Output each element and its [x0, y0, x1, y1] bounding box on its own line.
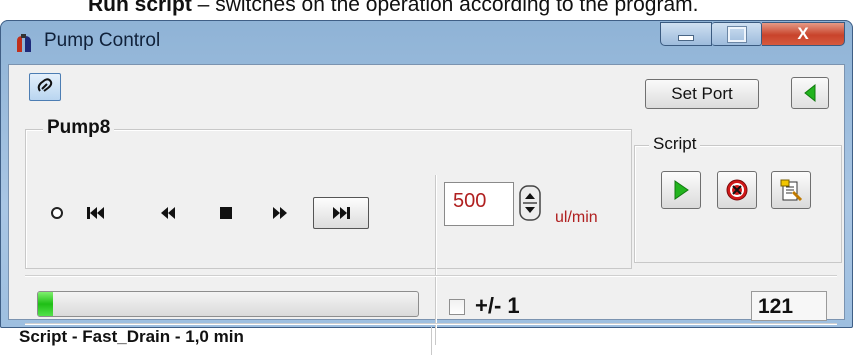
progress-fill — [38, 292, 54, 316]
settings-button[interactable] — [29, 73, 61, 101]
window-title: Pump Control — [44, 30, 161, 51]
flow-rate-input[interactable]: 500 — [444, 182, 514, 226]
status-radio[interactable] — [51, 207, 63, 219]
flow-rate-unit: ul/min — [555, 209, 598, 226]
status-bar-divider — [431, 327, 432, 355]
document-caption: Run script – switches on the operation a… — [88, 0, 698, 17]
minimize-icon — [678, 35, 694, 41]
pump-name: Pump8 — [43, 117, 115, 139]
skip-to-start-button[interactable] — [81, 202, 111, 224]
count-field: 121 — [751, 291, 827, 321]
rate-spinner[interactable] — [519, 185, 541, 221]
close-icon: X — [797, 24, 809, 43]
rewind-button[interactable] — [153, 202, 183, 224]
fast-forward-icon — [273, 207, 287, 219]
skip-back-icon — [87, 207, 104, 219]
script-status-text: Script - Fast_Drain - 1,0 min — [19, 327, 244, 346]
horizontal-divider — [25, 275, 837, 277]
link-icon — [37, 78, 53, 92]
collapse-button[interactable] — [791, 77, 829, 109]
arrow-left-icon — [804, 83, 816, 103]
progress-bar — [37, 291, 419, 317]
minimize-button[interactable] — [660, 22, 712, 46]
rewind-icon — [161, 207, 175, 219]
client-area: Set Port Pump8 Script 500 ul/min +/- 1 1… — [8, 64, 845, 355]
tolerance-checkbox[interactable] — [449, 299, 465, 315]
set-port-button[interactable]: Set Port — [645, 79, 759, 109]
fast-forward-button[interactable] — [265, 202, 295, 224]
script-group-label: Script — [649, 134, 701, 154]
script-editor-icon — [780, 179, 803, 202]
skip-forward-icon — [333, 207, 350, 219]
close-button[interactable]: X — [762, 22, 845, 46]
maximize-icon — [727, 26, 746, 42]
status-divider — [25, 323, 837, 325]
caption-text: – switches on the operation according to… — [191, 0, 699, 16]
stop-button[interactable] — [211, 202, 241, 224]
edit-script-button[interactable] — [771, 171, 811, 209]
pump-control-window: Pump Control X Set Port Pump8 Script 500… — [0, 20, 853, 355]
caption-bold: Run script — [88, 0, 192, 16]
stop-sign-icon — [726, 179, 748, 201]
stop-icon — [220, 207, 232, 219]
stop-script-button[interactable] — [717, 171, 757, 209]
run-script-button[interactable] — [661, 171, 701, 209]
maximize-button[interactable] — [712, 22, 762, 46]
title-bar[interactable]: Pump Control X — [0, 20, 853, 64]
skip-to-end-button[interactable] — [313, 197, 369, 229]
tolerance-label: +/- 1 — [475, 293, 520, 318]
play-icon — [674, 180, 689, 200]
vertical-divider — [435, 175, 437, 345]
app-icon — [17, 34, 31, 52]
